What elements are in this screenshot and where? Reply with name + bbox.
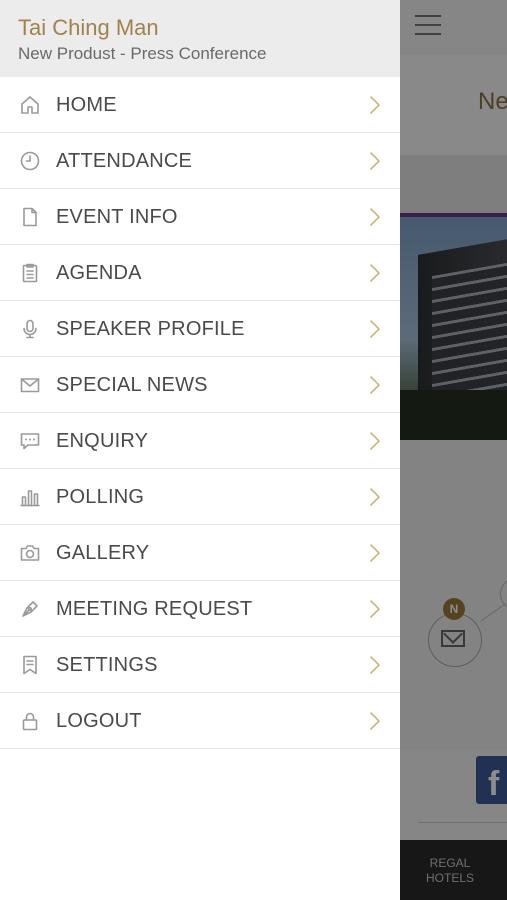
home-icon xyxy=(19,94,41,116)
lock-icon xyxy=(19,710,41,732)
drawer-scrim[interactable] xyxy=(400,0,507,900)
user-name: Tai Ching Man xyxy=(18,15,159,40)
menu-item-label: SPECIAL NEWS xyxy=(56,374,208,396)
document-icon xyxy=(19,206,41,228)
chevron-right-icon xyxy=(366,711,384,731)
bookmark-icon xyxy=(19,654,41,676)
menu-item-label: LOGOUT xyxy=(56,710,142,732)
chat-bubble-icon xyxy=(19,430,41,452)
menu-item-meeting-request[interactable]: MEETING REQUEST xyxy=(0,581,400,637)
navigation-drawer: Tai Ching Man New Produst - Press Confer… xyxy=(0,0,400,900)
menu-item-label: HOME xyxy=(56,94,117,116)
menu-item-polling[interactable]: POLLING xyxy=(0,469,400,525)
chevron-right-icon xyxy=(366,543,384,563)
menu-item-label: MEETING REQUEST xyxy=(56,598,253,620)
clock-icon xyxy=(19,150,41,172)
menu-item-label: GALLERY xyxy=(56,542,150,564)
menu-item-label: POLLING xyxy=(56,486,145,508)
menu-item-label: SETTINGS xyxy=(56,654,158,676)
menu-item-special-news[interactable]: SPECIAL NEWS xyxy=(0,357,400,413)
camera-icon xyxy=(19,542,41,564)
menu-item-label: AGENDA xyxy=(56,262,142,284)
chevron-right-icon xyxy=(366,151,384,171)
menu-item-logout[interactable]: LOGOUT xyxy=(0,693,400,749)
chevron-right-icon xyxy=(366,599,384,619)
chevron-right-icon xyxy=(366,487,384,507)
chevron-right-icon xyxy=(366,655,384,675)
chevron-right-icon xyxy=(366,95,384,115)
chevron-right-icon xyxy=(366,431,384,451)
chevron-right-icon xyxy=(366,207,384,227)
menu-item-settings[interactable]: SETTINGS xyxy=(0,637,400,693)
envelope-icon xyxy=(19,374,41,396)
chevron-right-icon xyxy=(366,375,384,395)
menu-item-label: ATTENDANCE xyxy=(56,150,193,172)
menu-item-label: EVENT INFO xyxy=(56,206,178,228)
event-name: New Produst - Press Conference xyxy=(18,44,267,63)
menu-item-label: ENQUIRY xyxy=(56,430,149,452)
drawer-header: Tai Ching Man New Produst - Press Confer… xyxy=(0,0,400,77)
bar-chart-icon xyxy=(19,486,41,508)
drawer-menu: HOME ATTENDANCE EVENT INFO AGENDA SPEAKER PR… xyxy=(0,77,400,749)
menu-item-attendance[interactable]: ATTENDANCE xyxy=(0,133,400,189)
clipboard-icon xyxy=(19,262,41,284)
menu-item-home[interactable]: HOME xyxy=(0,77,400,133)
chevron-right-icon xyxy=(366,319,384,339)
menu-item-speaker-profile[interactable]: SPEAKER PROFILE xyxy=(0,301,400,357)
menu-item-enquiry[interactable]: ENQUIRY xyxy=(0,413,400,469)
menu-item-event-info[interactable]: EVENT INFO xyxy=(0,189,400,245)
microphone-icon xyxy=(19,318,41,340)
chevron-right-icon xyxy=(366,263,384,283)
menu-item-label: SPEAKER PROFILE xyxy=(56,318,245,340)
menu-item-gallery[interactable]: GALLERY xyxy=(0,525,400,581)
menu-item-agenda[interactable]: AGENDA xyxy=(0,245,400,301)
pen-nib-icon xyxy=(19,598,41,620)
